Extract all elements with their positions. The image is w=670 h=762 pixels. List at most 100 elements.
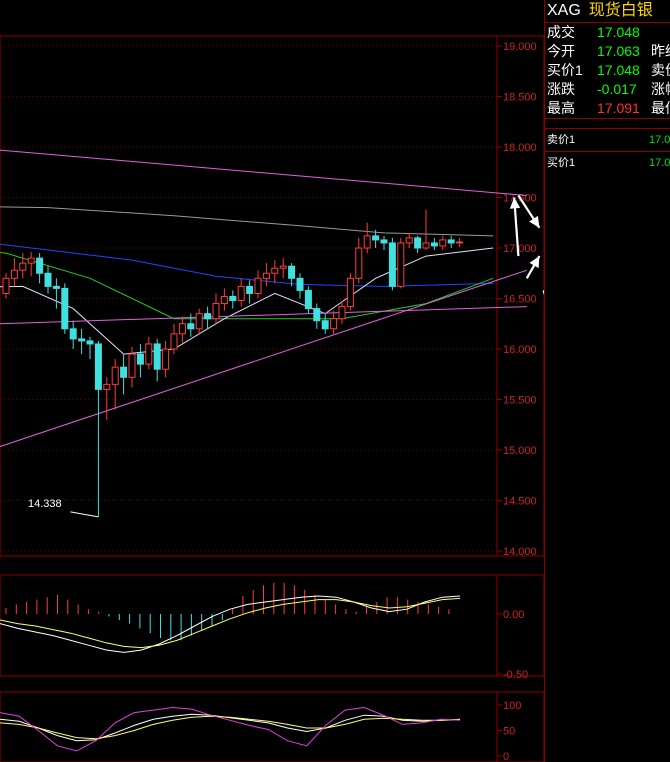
quote-rows: 成交 17.048 今开 17.063 昨结买价1 17.048 卖价涨跌 -0.017 涨幅最… [545,23,670,118]
quote-row-value: 17.048 [597,24,640,40]
candle-body [405,237,413,244]
trendline [0,149,527,196]
candle [220,288,228,311]
candle [212,293,220,324]
quote-row-label: 成交 [547,24,575,40]
main-pane-border [0,35,544,557]
candle [78,328,86,355]
candle [271,260,279,284]
candle [111,359,119,410]
quote-panel: XAG 现货白银 成交 17.048 今开 17.063 昨结买价1 17.048 卖价涨跌 -… [544,0,670,762]
candle [10,258,18,287]
candle-body [246,285,254,294]
price-tick-label: 15.500 [503,395,537,407]
candle [254,270,262,299]
candle [321,313,329,334]
candle-body [346,277,354,308]
candle [447,235,455,248]
candle-body [220,295,228,305]
candle [405,232,413,248]
candle-body [69,328,77,340]
candle-body [262,272,270,279]
candle [355,237,363,284]
buy-order-row: 买价1 17.0 [545,151,670,174]
candle-body [254,277,262,294]
candle-body [2,277,10,294]
candle-body [86,340,94,345]
candle [363,222,371,254]
quote-row-value: -0.017 [597,81,637,97]
candle-body [52,285,60,289]
candle-body [27,257,35,264]
candle [380,235,388,251]
quote-row: 涨跌 -0.017 涨幅 [545,80,670,99]
candle-body [279,265,287,269]
kdj-tick-label: 100 [503,700,521,712]
price-tick-label: 18.000 [503,142,537,154]
candle-body [128,353,136,378]
candle-body [36,257,44,274]
candle [69,320,77,349]
macd-tick-label: 0.00 [503,609,524,621]
low-annotation-label: 14.338 [28,498,62,510]
candle-body [237,285,245,302]
price-tick-label: 16.000 [503,344,537,356]
candle-body [103,383,111,390]
candle-body [363,235,371,249]
candle-body [456,241,464,244]
candle [94,340,102,517]
candle [388,237,396,291]
price-tick-label: 15.000 [503,445,537,457]
candle-body [204,313,212,320]
quote-row-value: 17.091 [597,100,640,116]
candle-body [430,242,438,247]
kdj-d-line [0,715,461,740]
candle-body [178,323,186,335]
candle-body [19,262,27,271]
candle [414,235,422,254]
symbol-code: XAG [547,2,581,19]
candle-body [153,343,161,370]
kdj-k-line [0,713,461,742]
candle-body [414,237,422,249]
candle [330,310,338,334]
candle [145,336,153,370]
candle-body [321,320,329,330]
candle-body [145,343,153,365]
candle [262,263,270,287]
candle [456,237,464,247]
candle [338,300,346,324]
candle-body [296,277,304,291]
candle [44,266,52,294]
price-tick-label: 14.000 [503,546,537,558]
candle-body [313,308,321,322]
candle-body [195,313,203,330]
candle [27,252,35,277]
candle [2,273,10,299]
candle [229,290,237,309]
price-tick-label: 18.500 [503,92,537,104]
candle-body [330,318,338,330]
candle [397,237,405,289]
candle [313,303,321,329]
quote-row: 今开 17.063 昨结 [545,42,670,61]
quote-row-label: 买价1 [547,62,583,78]
candle-body [187,323,195,330]
quote-row-trailing-label: 卖价 [651,62,670,78]
candle-body [162,348,170,370]
candle [162,340,170,378]
candle [296,273,304,299]
candle [86,336,94,360]
candle-body [422,242,430,249]
price-tick-label: 14.500 [503,496,537,508]
candle-body [271,267,279,274]
sell-value: 17.0 [649,134,670,146]
forecast-arrow [525,255,541,279]
price-tick-label: 17.000 [503,243,537,255]
low-annotation-leader [70,511,99,518]
candle-body [44,272,52,287]
kdj-j-line [0,706,461,752]
candle [195,308,203,334]
macd-pane-border [0,574,544,677]
kdj-tick-label: 0 [503,751,509,762]
